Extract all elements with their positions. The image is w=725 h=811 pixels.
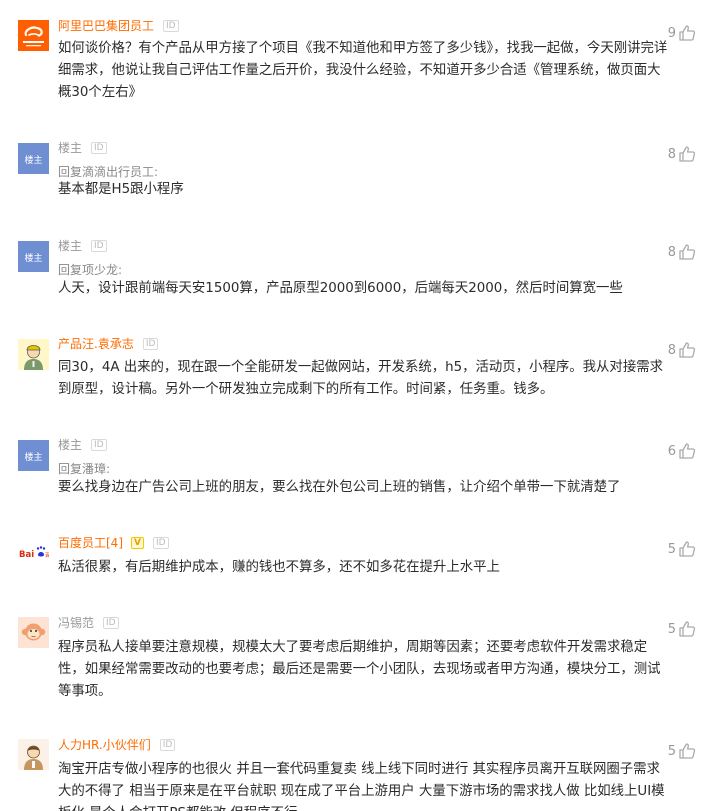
louzhu-avatar-icon: 楼主 bbox=[18, 241, 49, 272]
username[interactable]: 楼主 bbox=[58, 237, 82, 255]
like-count: 9 bbox=[667, 25, 676, 41]
thumbs-up-icon bbox=[679, 244, 696, 260]
avatar[interactable] bbox=[18, 339, 49, 370]
svg-text:百: 百 bbox=[45, 553, 49, 559]
like-count: 8 bbox=[667, 244, 676, 260]
verified-badge: V bbox=[131, 537, 144, 549]
comment-body: 基本都是H5跟小程序 bbox=[58, 182, 184, 197]
thumbs-up-icon bbox=[679, 342, 696, 358]
username[interactable]: 百度员工[4] bbox=[58, 534, 123, 552]
username[interactable]: 阿里巴巴集团员工 bbox=[58, 17, 154, 35]
like-count: 8 bbox=[667, 146, 676, 162]
thumbs-up-icon bbox=[679, 743, 696, 759]
id-badge: ID bbox=[163, 20, 179, 32]
id-badge: ID bbox=[91, 439, 107, 451]
username[interactable]: 人力HR.小伙伴们 bbox=[58, 736, 151, 754]
louzhu-avatar-icon: 楼主 bbox=[18, 143, 49, 174]
like-button[interactable]: 5 bbox=[664, 539, 696, 559]
like-button[interactable]: 8 bbox=[664, 144, 696, 164]
avatar[interactable]: Bai 百 bbox=[18, 537, 49, 568]
thumbs-up-icon bbox=[679, 146, 696, 162]
like-button[interactable]: 6 bbox=[664, 441, 696, 461]
like-count: 5 bbox=[667, 743, 676, 759]
thumbs-up-icon bbox=[679, 25, 696, 41]
alibaba-logo-icon bbox=[18, 20, 49, 51]
thumbs-up-icon bbox=[679, 621, 696, 637]
svg-text:楼主: 楼主 bbox=[24, 451, 42, 463]
like-count: 8 bbox=[667, 342, 676, 358]
username[interactable]: 楼主 bbox=[58, 436, 82, 454]
svg-text:楼主: 楼主 bbox=[24, 252, 42, 264]
worker-avatar-icon bbox=[18, 339, 49, 370]
like-count: 5 bbox=[667, 621, 676, 637]
avatar[interactable]: 楼主 bbox=[18, 143, 49, 174]
reply-to-label[interactable]: 回复项少龙: bbox=[58, 261, 122, 279]
like-button[interactable]: 9 bbox=[664, 23, 696, 43]
id-badge: ID bbox=[91, 240, 107, 252]
like-button[interactable]: 5 bbox=[664, 741, 696, 761]
comment-body: 私活很累，有后期维护成本，赚的钱也不算多，还不如多花在提升上水平上 bbox=[58, 560, 500, 575]
like-count: 5 bbox=[667, 541, 676, 557]
avatar[interactable] bbox=[18, 20, 49, 51]
id-badge: ID bbox=[142, 338, 159, 350]
comment-body: 人天，设计跟前端每天安1500算，产品原型2000到6000，后端每天2000，… bbox=[58, 281, 623, 296]
svg-text:楼主: 楼主 bbox=[24, 154, 42, 166]
avatar[interactable]: 楼主 bbox=[18, 440, 49, 471]
id-badge: ID bbox=[91, 142, 107, 154]
username[interactable]: 冯锡范 bbox=[58, 614, 94, 632]
comment-body: 淘宝开店专做小程序的也很火 并且一套代码重复卖 线上线下同时进行 其实程序员离开… bbox=[58, 762, 665, 811]
like-button[interactable]: 8 bbox=[664, 340, 696, 360]
thumbs-up-icon bbox=[679, 541, 696, 557]
id-badge: ID bbox=[103, 617, 119, 629]
comment-body: 要么找身边在广告公司上班的朋友，要么找在外包公司上班的销售，让介绍个单带一下就清… bbox=[58, 480, 621, 495]
comment-body: 如何谈价格？有个产品从甲方接了个项目《我不知道他和甲方签了多少钱》，找我一起做，… bbox=[58, 41, 668, 100]
username[interactable]: 产品汪.袁承志 bbox=[58, 335, 134, 353]
id-badge: ID bbox=[159, 739, 176, 751]
like-button[interactable]: 8 bbox=[664, 242, 696, 262]
avatar[interactable] bbox=[18, 739, 49, 770]
monkey-avatar-icon bbox=[18, 617, 49, 648]
reply-to-label[interactable]: 回复潘璋: bbox=[58, 460, 110, 478]
comment-body: 同30，4A 出来的，现在跟一个全能研发一起做网站，开发系统，h5，活动页，小程… bbox=[58, 360, 663, 397]
id-badge: ID bbox=[152, 537, 169, 549]
username[interactable]: 楼主 bbox=[58, 139, 82, 157]
comment-body: 程序员私人接单要注意规模，规模太大了要考虑后期维护，周期等因素；还要考虑软件开发… bbox=[58, 640, 661, 699]
like-count: 6 bbox=[667, 443, 676, 459]
like-button[interactable]: 5 bbox=[664, 619, 696, 639]
louzhu-avatar-icon: 楼主 bbox=[18, 440, 49, 471]
svg-text:Bai: Bai bbox=[19, 550, 34, 560]
hr-avatar-icon bbox=[18, 739, 49, 770]
avatar[interactable] bbox=[18, 617, 49, 648]
avatar[interactable]: 楼主 bbox=[18, 241, 49, 272]
baidu-logo-icon: Bai 百 bbox=[18, 537, 49, 568]
thumbs-up-icon bbox=[679, 443, 696, 459]
